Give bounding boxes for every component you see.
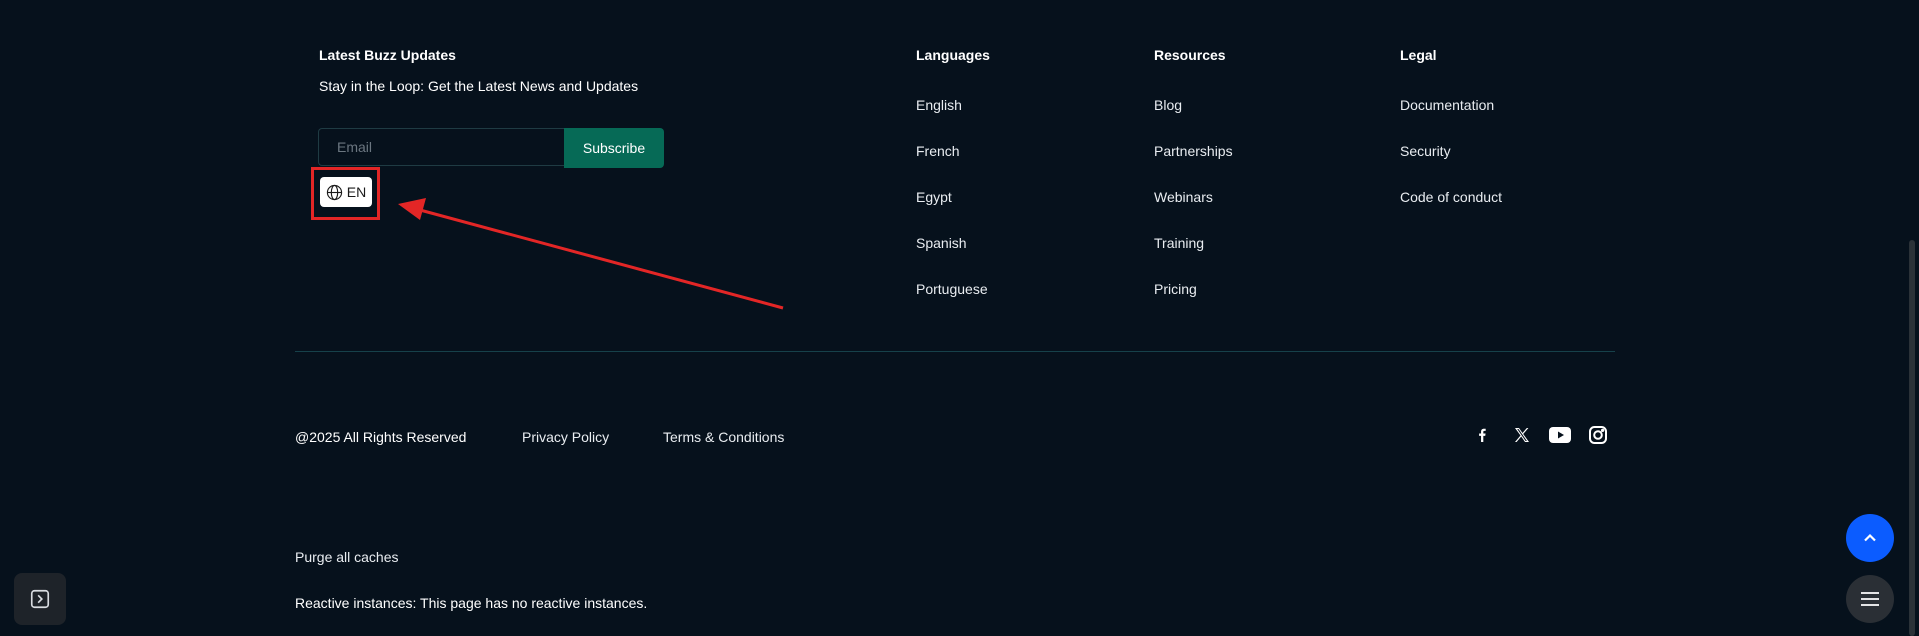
page-scrollbar[interactable] [1909, 240, 1915, 636]
legal-heading: Legal [1400, 47, 1437, 63]
language-link-egypt[interactable]: Egypt [916, 189, 952, 205]
facebook-icon[interactable] [1470, 423, 1494, 447]
youtube-icon[interactable] [1548, 423, 1572, 447]
hamburger-icon [1861, 592, 1879, 606]
legal-link-documentation[interactable]: Documentation [1400, 97, 1494, 113]
reactive-instances-text: Reactive instances: This page has no rea… [295, 595, 648, 611]
purge-caches-link[interactable]: Purge all caches [295, 549, 399, 565]
resource-link-training[interactable]: Training [1154, 235, 1204, 251]
x-icon[interactable] [1510, 423, 1534, 447]
footer-divider [295, 351, 1615, 352]
legal-link-code-of-conduct[interactable]: Code of conduct [1400, 189, 1502, 205]
menu-button[interactable] [1846, 575, 1894, 623]
language-link-french[interactable]: French [916, 143, 960, 159]
language-link-english[interactable]: English [916, 97, 962, 113]
resource-link-pricing[interactable]: Pricing [1154, 281, 1197, 297]
sidebar-toggle-button[interactable] [14, 573, 66, 625]
resource-link-webinars[interactable]: Webinars [1154, 189, 1213, 205]
resources-heading: Resources [1154, 47, 1226, 63]
annotation-arrow [398, 198, 784, 310]
annotation-highlight-box [311, 167, 380, 220]
legal-link-security[interactable]: Security [1400, 143, 1451, 159]
privacy-policy-link[interactable]: Privacy Policy [522, 429, 609, 445]
instagram-icon[interactable] [1586, 423, 1610, 447]
scroll-to-top-button[interactable] [1846, 514, 1894, 562]
resource-link-blog[interactable]: Blog [1154, 97, 1182, 113]
language-link-spanish[interactable]: Spanish [916, 235, 967, 251]
email-field[interactable] [318, 128, 564, 166]
languages-heading: Languages [916, 47, 990, 63]
copyright-text: @2025 All Rights Reserved [295, 429, 467, 445]
language-link-portuguese[interactable]: Portuguese [916, 281, 988, 297]
newsletter-heading: Latest Buzz Updates [319, 47, 456, 63]
expand-panel-icon [29, 588, 51, 610]
email-input[interactable] [319, 129, 564, 165]
terms-link[interactable]: Terms & Conditions [663, 429, 784, 445]
subscribe-button[interactable]: Subscribe [564, 128, 664, 168]
newsletter-subtitle: Stay in the Loop: Get the Latest News an… [319, 78, 639, 94]
resource-link-partnerships[interactable]: Partnerships [1154, 143, 1233, 159]
chevron-up-icon [1862, 530, 1878, 546]
